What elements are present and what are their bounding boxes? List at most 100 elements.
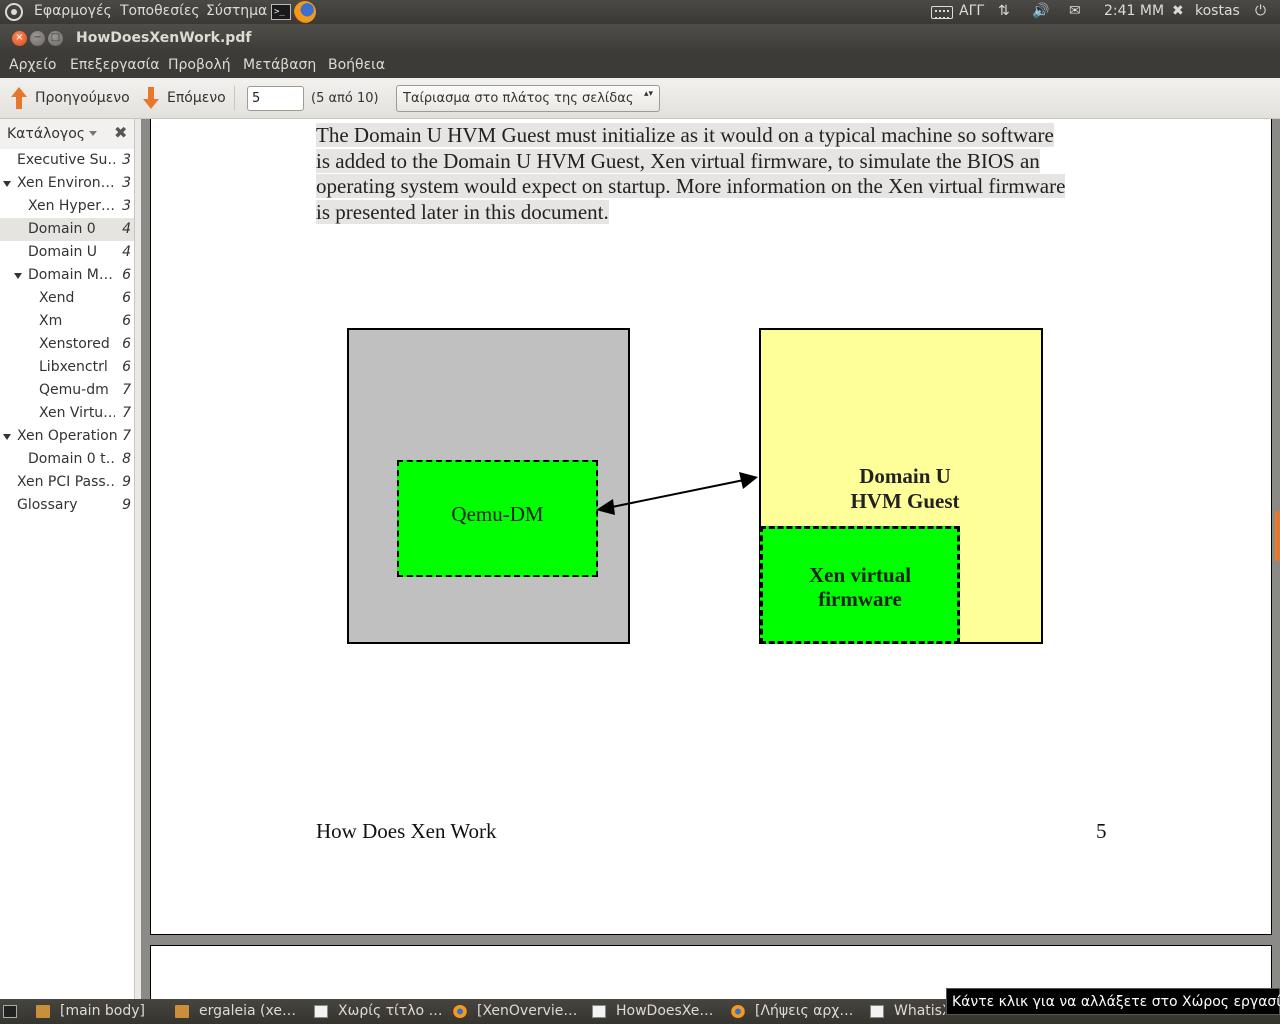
outline-item-label: Glossary [17, 497, 78, 513]
user-status-icon[interactable]: ✖ [1172, 3, 1184, 19]
outline-item-selected[interactable]: Domain 0 4 [0, 218, 134, 241]
outline-item-label: Libxenctrl [39, 359, 108, 375]
volume-icon[interactable]: 🔊 [1032, 3, 1049, 19]
network-transfer-icon[interactable]: ⇅ [998, 3, 1010, 19]
user-name[interactable]: kostas [1195, 3, 1240, 19]
outline-item-page: 8 [122, 451, 131, 467]
next-page-button[interactable]: Επόμενο [143, 87, 228, 109]
outline-item[interactable]: Glossary 9 [0, 494, 134, 517]
taskbar-item[interactable]: WhatisXen… [870, 999, 945, 1024]
expander-expanded-icon[interactable] [3, 181, 11, 187]
outline-item-page: 4 [122, 221, 131, 237]
page-number-input[interactable] [247, 86, 304, 111]
taskbar-item-label: [XenOvervie… [477, 1003, 578, 1019]
outline-item-label: Xm [39, 313, 63, 329]
chevron-down-icon[interactable] [89, 131, 97, 136]
taskbar-item[interactable]: ergaleia (xe… [175, 999, 305, 1024]
expander-expanded-icon[interactable] [14, 273, 22, 279]
paragraph-line: is presented later in this document. [316, 199, 609, 224]
folder-icon [36, 1005, 50, 1018]
taskbar-item[interactable]: [Λήψεις αρχ… [731, 999, 861, 1024]
qemu-dm-label: Qemu-DM [451, 502, 544, 526]
paragraph-line: is added to the Domain U HVM Guest, Xen … [316, 148, 1040, 173]
outline-item[interactable]: Libxenctrl 6 [0, 356, 134, 379]
system-menu[interactable]: Σύστημα [206, 3, 267, 19]
menubar: Αρχείο Επεξεργασία Προβολή Μετάβαση Βοήθ… [0, 53, 1280, 78]
outline-item[interactable]: Domain 0 t… 8 [0, 448, 134, 471]
menu-view[interactable]: Προβολή [168, 57, 231, 73]
arrow-down-icon [143, 87, 159, 109]
outline-item[interactable]: Domain U 4 [0, 241, 134, 264]
outline-item-label: Domain U [28, 244, 98, 260]
outline-item-page: 4 [122, 244, 131, 260]
outline-item[interactable]: Xen Environ… 3 [0, 172, 134, 195]
document-icon [870, 1005, 884, 1018]
outline-item-label: Xend [39, 290, 75, 306]
outline-item-page: 7 [122, 405, 131, 421]
spinner-arrows-icon: ▴▾ [643, 89, 653, 99]
zoom-select[interactable]: Ταίριασμα στο πλάτος της σελίδας ▴▾ [396, 85, 660, 112]
outline-item-page: 3 [122, 198, 131, 214]
outline-item[interactable]: Domain M… 6 [0, 264, 134, 287]
outline-item[interactable]: Qemu-dm 7 [0, 379, 134, 402]
workspace-switcher-tooltip: Κάντε κλικ για να αλλάξετε στο Χώρος εργ… [946, 988, 1280, 1015]
clock[interactable]: 2:41 ΜΜ [1104, 3, 1164, 19]
applications-menu[interactable]: Εφαρμογές [34, 3, 112, 19]
sidebar: Κατάλογος ✖ Executive Su… 3 Xen Environ…… [0, 119, 135, 999]
taskbar-item[interactable]: [main body] [36, 999, 166, 1024]
outline-tree: Executive Su… 3 Xen Environ… 3 Xen Hyper… [0, 149, 134, 999]
taskbar-item-label: [main body] [60, 1003, 145, 1019]
close-sidebar-icon[interactable]: ✖ [114, 123, 127, 142]
outline-item-page: 9 [122, 474, 131, 490]
close-window-button[interactable]: × [12, 31, 27, 46]
window-title: HowDoesXenWork.pdf [76, 30, 252, 46]
outline-item-page: 6 [122, 290, 131, 306]
outline-item-page: 7 [122, 382, 131, 398]
mail-icon[interactable]: ✉ [1069, 3, 1081, 19]
ubuntu-logo-icon[interactable] [5, 3, 23, 21]
outline-item[interactable]: Xend 6 [0, 287, 134, 310]
keyboard-icon[interactable] [931, 6, 953, 19]
taskbar-item[interactable]: [XenOvervie… [453, 999, 583, 1024]
taskbar-item[interactable]: Χωρίς τίτλο … [314, 999, 444, 1024]
outline-item-label: Domain M… [28, 267, 113, 283]
menu-edit[interactable]: Επεξεργασία [70, 57, 159, 73]
keyboard-layout[interactable]: ΑΓΓ [959, 3, 984, 19]
sidebar-title[interactable]: Κατάλογος [7, 126, 85, 142]
outline-item[interactable]: Xen Hyper… 3 [0, 195, 134, 218]
terminal-launcher-icon[interactable]: >_ [271, 4, 291, 20]
outline-item[interactable]: Xen PCI Pass… 9 [0, 471, 134, 494]
show-desktop-button[interactable] [3, 999, 19, 1024]
outline-item[interactable]: Xm 6 [0, 310, 134, 333]
places-menu[interactable]: Τοποθεσίες [120, 3, 200, 19]
outline-item-label: Qemu-dm [39, 382, 109, 398]
menu-file[interactable]: Αρχείο [9, 57, 56, 73]
arrow-up-icon [11, 87, 27, 109]
domain-u-label: Domain U HVM Guest [761, 464, 1045, 514]
outline-item[interactable]: Xen Virtu… 7 [0, 402, 134, 425]
menu-go[interactable]: Μετάβαση [243, 57, 316, 73]
document-icon [592, 1005, 606, 1018]
firefox-launcher-icon[interactable] [294, 1, 316, 23]
xen-firmware-box: Xen virtual firmware [760, 526, 960, 644]
taskbar-item-active[interactable]: HowDoesXe… [592, 999, 722, 1024]
taskbar-item-label: WhatisXen… [894, 1003, 945, 1019]
taskbar-item-label: Χωρίς τίτλο … [338, 1003, 443, 1019]
expander-expanded-icon[interactable] [3, 434, 11, 440]
taskbar-item-label: [Λήψεις αρχ… [755, 1003, 854, 1019]
menu-help[interactable]: Βοήθεια [328, 57, 385, 73]
page-footer-number: 5 [1096, 819, 1107, 843]
previous-page-button[interactable]: Προηγούμενο [11, 87, 131, 109]
maximize-window-button[interactable]: □ [48, 31, 63, 46]
document-view[interactable]: The Domain U HVM Guest must initialize a… [141, 119, 1280, 999]
outline-item-page: 6 [122, 336, 131, 352]
toolbar-separator [234, 86, 235, 110]
minimize-window-button[interactable]: − [30, 31, 45, 46]
outline-item[interactable]: Executive Su… 3 [0, 149, 134, 172]
outline-item-page: 9 [122, 497, 131, 513]
outline-item[interactable]: Xenstored 6 [0, 333, 134, 356]
power-icon[interactable]: ⏻ [1255, 3, 1266, 19]
sidebar-header: Κατάλογος ✖ [0, 119, 135, 149]
scroll-position-marker[interactable] [1275, 511, 1280, 561]
outline-item[interactable]: Xen Operation 7 [0, 425, 134, 448]
